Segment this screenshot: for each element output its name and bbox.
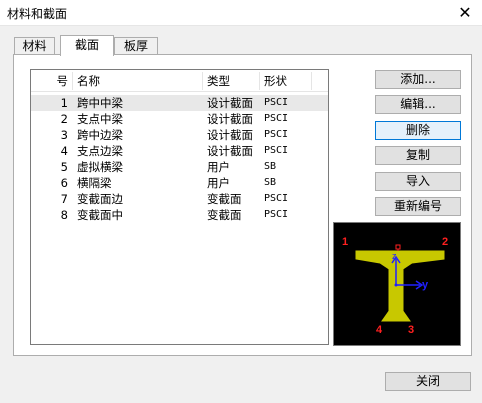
y-axis-label: y [422,279,429,291]
point-label-3: 3 [408,324,414,336]
column-header-number[interactable]: 号 [31,70,69,92]
row-number: 8 [60,208,68,222]
row-name: 支点边梁 [77,144,123,158]
header-divider [202,72,203,90]
table-row[interactable]: 8 变截面中 变截面 PSCI [31,207,328,223]
row-number: 2 [60,112,68,126]
row-name: 跨中中梁 [77,96,123,110]
row-number: 3 [60,128,68,142]
row-type: 设计截面 [207,144,253,158]
row-shape: SB [264,161,277,172]
row-shape: PSCI [264,129,289,140]
point-label-2: 2 [442,236,448,248]
window-title: 材料和截面 [7,7,68,21]
header-divider [311,72,312,90]
z-axis-label: z [392,251,397,261]
row-type: 变截面 [207,192,242,206]
row-name: 横隔梁 [77,176,112,190]
tab-section[interactable]: 截面 [60,35,114,56]
title-bar: 材料和截面 ✕ [0,0,482,26]
row-number: 1 [60,96,68,110]
table-row[interactable]: 1 跨中中梁 设计截面 PSCI [31,95,328,111]
row-type: 设计截面 [207,128,253,142]
row-name: 变截面中 [77,208,123,222]
close-button[interactable]: 关闭 [385,372,471,391]
row-shape: PSCI [264,97,289,108]
table-row[interactable]: 7 变截面边 变截面 PSCI [31,191,328,207]
table-row[interactable]: 2 支点中梁 设计截面 PSCI [31,111,328,127]
row-type: 设计截面 [207,96,253,110]
row-type: 变截面 [207,208,242,222]
row-number: 6 [60,176,68,190]
i-section-shape [355,250,445,322]
column-header-type[interactable]: 类型 [207,70,230,92]
row-name: 跨中边梁 [77,128,123,142]
row-shape: PSCI [264,145,289,156]
table-row[interactable]: 6 横隔梁 用户 SB [31,175,328,191]
renumber-button[interactable]: 重新编号 [375,197,461,216]
row-type: 用户 [207,160,230,174]
table-row[interactable]: 4 支点边梁 设计截面 PSCI [31,143,328,159]
row-name: 虚拟横梁 [77,160,123,174]
delete-button[interactable]: 删除 [375,121,461,140]
point-label-1: 1 [342,236,348,248]
row-number: 4 [60,144,68,158]
header-divider [72,72,73,90]
table-row[interactable]: 3 跨中边梁 设计截面 PSCI [31,127,328,143]
row-type: 用户 [207,176,230,190]
column-header-shape[interactable]: 形状 [264,70,287,92]
row-number: 7 [60,192,68,206]
section-preview: z y 1 2 4 3 [333,222,461,346]
row-name: 变截面边 [77,192,123,206]
row-shape: PSCI [264,209,289,220]
list-header: 号 名称 类型 形状 [31,70,328,92]
point-label-4: 4 [376,324,383,336]
row-shape: SB [264,177,277,188]
row-shape: PSCI [264,113,289,124]
edit-button[interactable]: 编辑... [375,95,461,114]
row-type: 设计截面 [207,112,253,126]
add-button[interactable]: 添加... [375,70,461,89]
header-divider [259,72,260,90]
row-number: 5 [60,160,68,174]
import-button[interactable]: 导入 [375,172,461,191]
table-row[interactable]: 5 虚拟横梁 用户 SB [31,159,328,175]
row-shape: PSCI [264,193,289,204]
origin-point [394,283,398,287]
copy-button[interactable]: 复制 [375,146,461,165]
row-name: 支点中梁 [77,112,123,126]
tab-plate-thickness[interactable]: 板厚 [114,37,158,55]
section-shape-drawing: z y 1 2 4 3 [342,236,448,336]
tab-material[interactable]: 材料 [14,37,55,55]
section-list[interactable]: 号 名称 类型 形状 1 跨中中梁 设计截面 PSCI 2 支点中梁 设计截面 … [30,69,329,345]
column-header-name[interactable]: 名称 [77,70,100,92]
delete-button-label: 删除 [405,123,430,137]
centroid-marker [395,244,401,250]
close-icon[interactable]: ✕ [454,2,476,24]
